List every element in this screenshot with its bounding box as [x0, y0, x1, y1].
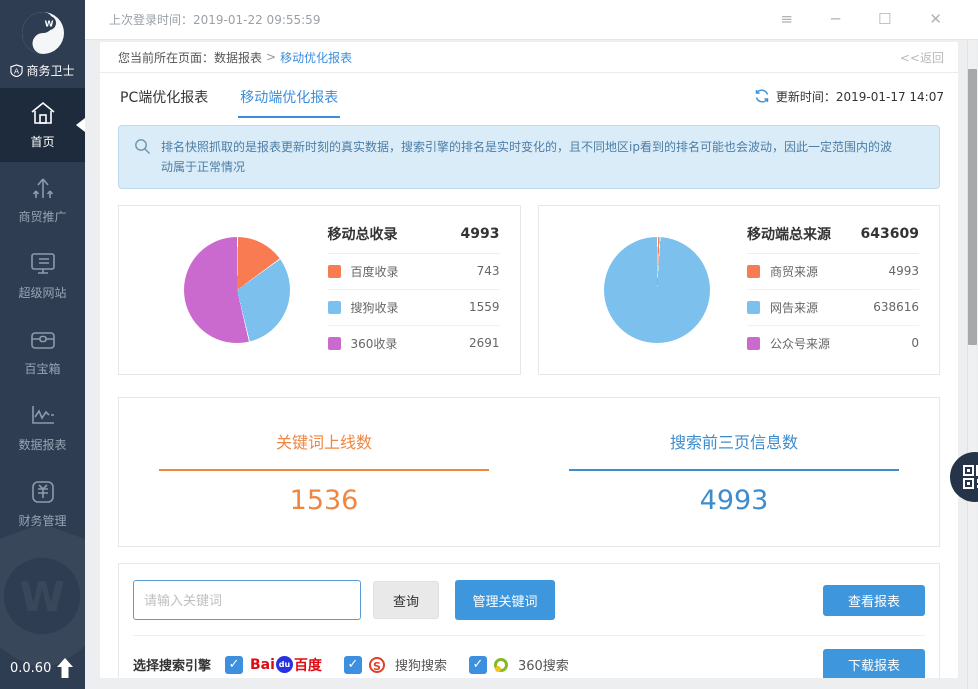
card-title: 移动端总来源 [747, 226, 831, 243]
keyword-online-stat: 关键词上线数 1536 [119, 429, 529, 516]
menu-icon[interactable]: ≡ [780, 12, 793, 27]
so360-checkbox[interactable]: ✓ [468, 655, 487, 674]
promotion-arrows-icon [32, 178, 53, 198]
legend-item-sogou: 搜狗收录 1559 [327, 290, 500, 326]
legend-item-wechat: 公众号来源 0 [747, 326, 919, 361]
so360-logo-icon [493, 657, 508, 672]
brand-block: W A 商务卫士 [0, 0, 85, 88]
refresh-icon[interactable] [754, 88, 770, 104]
sogou-checkbox[interactable]: ✓ [343, 655, 362, 674]
minimize-icon[interactable]: ─ [831, 12, 840, 27]
title-bar: 上次登录时间：2019-01-22 09:55:59 ≡ ─ ☐ ✕ [85, 0, 978, 40]
sogou-logo-icon: S [368, 656, 385, 673]
breadcrumb-separator: > [266, 50, 277, 64]
stat-value: 1536 [289, 484, 359, 516]
maximize-icon[interactable]: ☐ [878, 12, 891, 27]
baidu-swatch [327, 264, 341, 278]
divider [133, 635, 925, 636]
top3-info-stat: 搜索前三页信息数 4993 [529, 429, 939, 516]
tab-mobile-report[interactable]: 移动端优化报表 [238, 75, 341, 118]
query-button[interactable]: 查询 [373, 581, 439, 619]
shield-a-icon: A [10, 64, 24, 77]
app-window: W A 商务卫士 首页 商贸推广 超级网站 百宝箱 数据报表 财务管理 W 0.… [0, 0, 978, 689]
legend-item-360: 360收录 2691 [327, 326, 500, 361]
tabs-bar: PC端优化报表 移动端优化报表 更新时间：2019-01-17 14:07 [100, 73, 958, 119]
mobile-index-pie-chart[interactable] [184, 237, 290, 343]
chart-report-icon [31, 406, 54, 424]
engine-option-360[interactable]: ✓ 360搜索 [468, 655, 569, 674]
magnifier-icon [135, 139, 150, 154]
stat-value: 4993 [699, 484, 769, 516]
notice-text: 排名快照抓取的是报表更新时刻的真实数据，搜索引擎的排名是实时变化的，且不同地区i… [161, 140, 892, 174]
so360-swatch [327, 336, 341, 350]
legend-item-ad: 网告来源 638616 [747, 290, 919, 326]
keyword-input[interactable] [133, 580, 361, 620]
baidu-logo-icon: Bai du 百度 [250, 656, 322, 674]
engine-filter-label: 选择搜索引擎 [133, 659, 212, 674]
sidebar-item-reports[interactable]: 数据报表 [0, 390, 85, 466]
mobile-source-pie-chart[interactable] [603, 237, 710, 343]
baidu-checkbox[interactable]: ✓ [225, 655, 244, 674]
home-icon [30, 101, 55, 124]
breadcrumb-prefix: 您当前所在页面：数据报表 [118, 50, 263, 65]
sidebar-item-toolbox[interactable]: 百宝箱 [0, 314, 85, 390]
breadcrumb: 您当前所在页面：数据报表 > 移动优化报表 <<返回 [100, 42, 958, 73]
toolbox-icon [30, 332, 55, 349]
ad-swatch [747, 300, 760, 314]
notice-banner: 排名快照抓取的是报表更新时刻的真实数据，搜索引擎的排名是实时变化的，且不同地区i… [118, 125, 940, 189]
baidu-paw-icon: du [275, 656, 293, 673]
monitor-icon [30, 253, 55, 274]
download-report-button[interactable]: 下载报表 [823, 649, 925, 678]
close-icon[interactable]: ✕ [929, 12, 942, 27]
back-link[interactable]: <<返回 [900, 49, 944, 66]
manage-keywords-button[interactable]: 管理关键词 [455, 580, 555, 620]
finance-icon [31, 481, 54, 503]
stat-title: 关键词上线数 [275, 432, 372, 452]
engine-option-sogou[interactable]: ✓ S 搜狗搜索 [343, 655, 447, 674]
svg-text:A: A [14, 66, 19, 75]
vertical-scrollbar[interactable] [967, 41, 977, 689]
sidebar-item-home[interactable]: 首页 [0, 88, 85, 162]
mobile-index-card: 移动总收录 4993 百度收录 743 搜狗收录 1559 360收录 2691 [118, 205, 521, 375]
mobile-source-card: 移动端总来源 643609 商贸来源 4993 网告来源 638616 公众号来… [537, 205, 940, 375]
tab-pc-report[interactable]: PC端优化报表 [118, 75, 210, 118]
app-logo-icon: W [20, 10, 66, 56]
stat-divider [159, 468, 489, 471]
qr-code-icon [963, 465, 978, 489]
card-total: 643609 [860, 225, 919, 242]
svg-text:W: W [19, 573, 64, 621]
brand-name: A 商务卫士 [0, 62, 85, 79]
sidebar-watermark-logo: W [0, 521, 85, 671]
sidebar-item-website[interactable]: 超级网站 [0, 238, 85, 314]
upgrade-arrow-icon[interactable] [55, 657, 75, 679]
sogou-swatch [327, 300, 341, 314]
stat-divider [569, 468, 899, 471]
card-total: 4993 [460, 225, 500, 242]
trade-swatch [747, 264, 760, 278]
content-panel: 您当前所在页面：数据报表 > 移动优化报表 <<返回 PC端优化报表 移动端优化… [100, 42, 958, 678]
update-time: 更新时间：2019-01-17 14:07 [775, 89, 944, 104]
legend-item-trade: 商贸来源 4993 [747, 254, 919, 290]
sidebar: W A 商务卫士 首页 商贸推广 超级网站 百宝箱 数据报表 财务管理 W 0.… [0, 0, 85, 689]
stat-title: 搜索前三页信息数 [669, 432, 798, 452]
view-report-button[interactable]: 查看报表 [823, 584, 925, 616]
main-area: 上次登录时间：2019-01-22 09:55:59 ≡ ─ ☐ ✕ 您当前所在… [85, 0, 978, 689]
scrollbar-thumb[interactable] [968, 69, 977, 345]
card-title: 移动总收录 [327, 226, 398, 243]
legend-item-baidu: 百度收录 743 [327, 254, 500, 290]
version-label: 0.0.60 [10, 660, 52, 676]
stats-card: 关键词上线数 1536 搜索前三页信息数 4993 [118, 397, 940, 547]
last-login-time: 上次登录时间：2019-01-22 09:55:59 [109, 13, 321, 27]
wechat-swatch [747, 336, 760, 350]
svg-text:W: W [44, 20, 53, 29]
sidebar-item-promotion[interactable]: 商贸推广 [0, 162, 85, 238]
breadcrumb-current[interactable]: 移动优化报表 [280, 49, 352, 66]
keyword-toolbar-card: 查询 管理关键词 查看报表 选择搜索引擎 ✓ Bai du 百度 [118, 563, 940, 678]
engine-option-baidu[interactable]: ✓ Bai du 百度 [225, 655, 322, 675]
